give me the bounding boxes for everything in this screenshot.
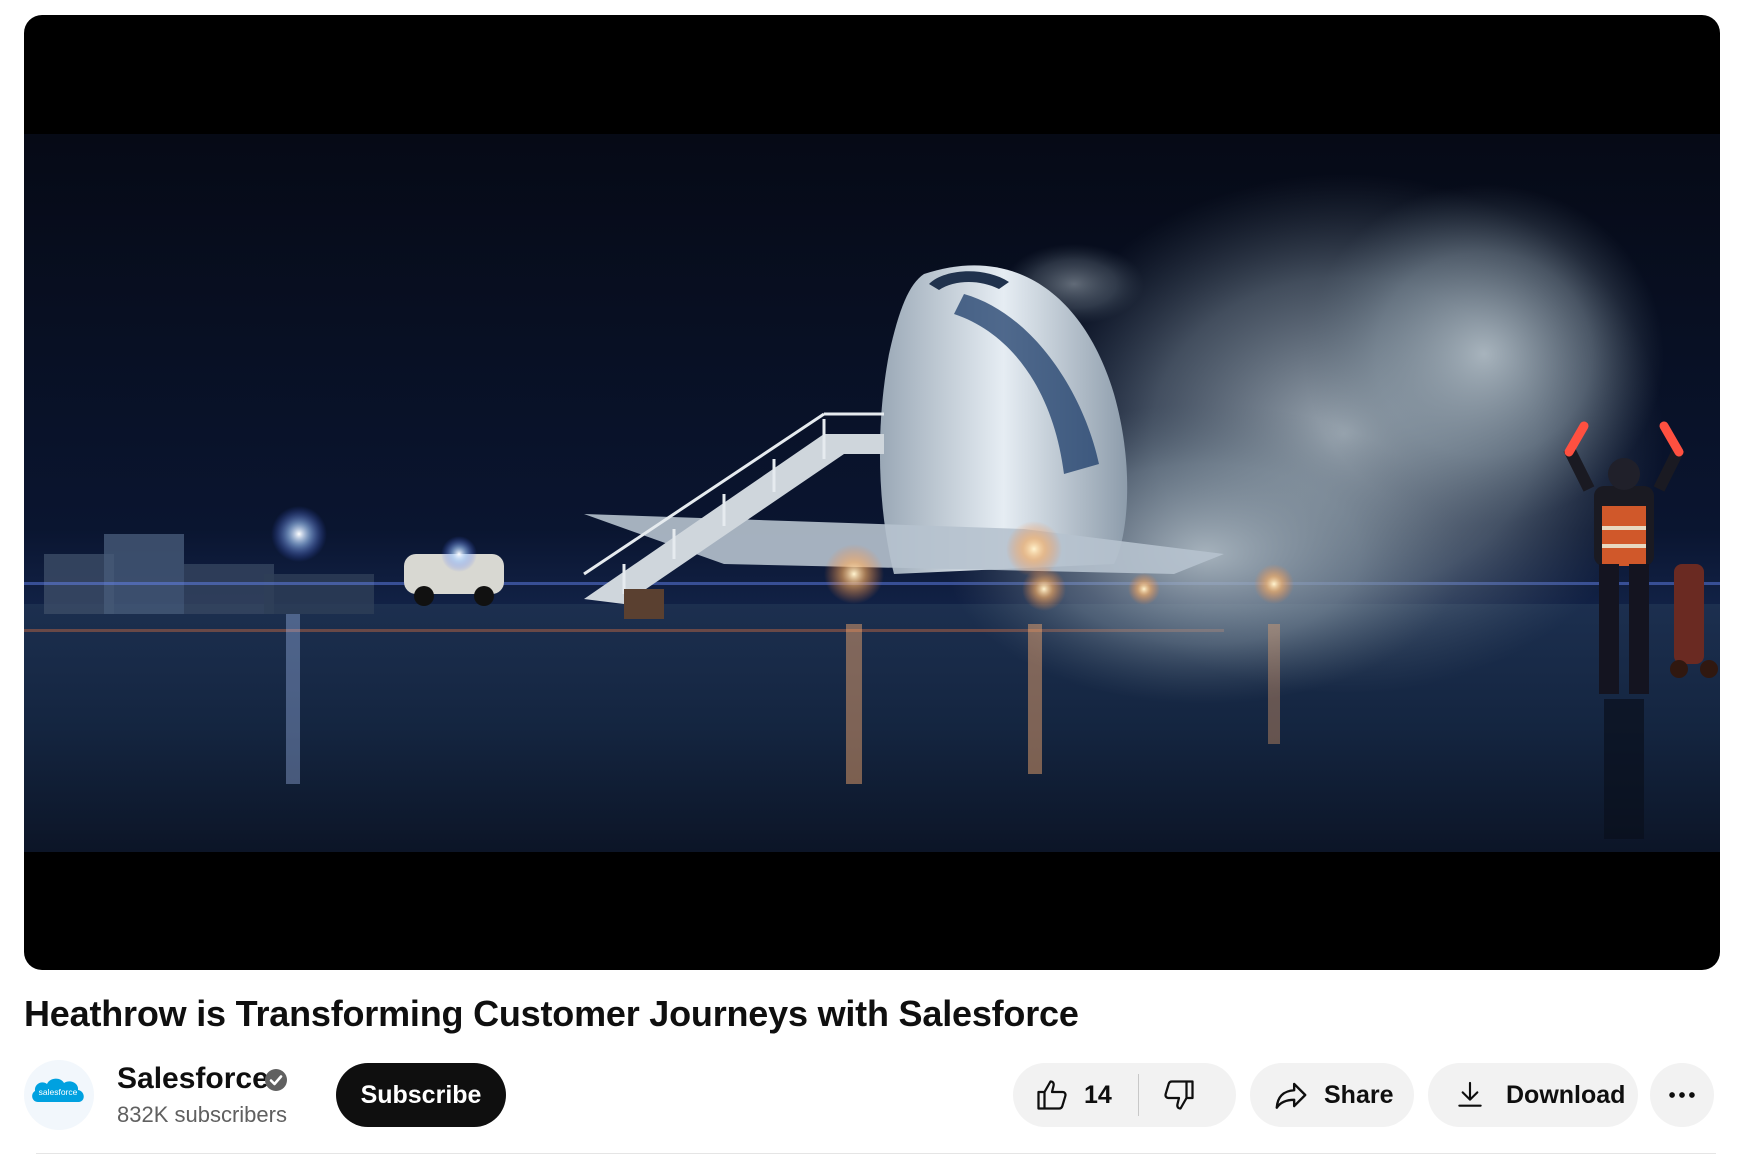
verified-check-icon	[265, 1069, 287, 1091]
video-player[interactable]	[24, 15, 1720, 970]
like-count: 14	[1084, 1080, 1112, 1109]
more-actions-button[interactable]	[1650, 1063, 1714, 1127]
dislike-button[interactable]	[1139, 1063, 1197, 1127]
like-button[interactable]: 14	[1013, 1063, 1112, 1127]
download-button[interactable]: Download	[1428, 1063, 1638, 1127]
subscribe-button[interactable]: Subscribe	[336, 1063, 506, 1127]
share-arrow-icon	[1275, 1082, 1307, 1109]
video-still-image	[24, 134, 1720, 852]
section-divider	[36, 1153, 1716, 1154]
channel-row: salesforce Salesforce 832K subscribers S…	[24, 1060, 1720, 1130]
channel-name[interactable]: Salesforce	[117, 1062, 269, 1096]
share-label: Share	[1324, 1080, 1394, 1109]
salesforce-logo-icon: salesforce	[32, 1078, 84, 1102]
thumbs-down-icon	[1164, 1080, 1194, 1110]
share-button[interactable]: Share	[1250, 1063, 1414, 1127]
video-frame[interactable]	[24, 134, 1720, 852]
channel-avatar[interactable]: salesforce	[24, 1060, 94, 1130]
video-title: Heathrow is Transforming Customer Journe…	[24, 993, 1079, 1034]
thumbs-up-icon	[1037, 1080, 1067, 1110]
like-dislike-group: 14	[1013, 1063, 1236, 1127]
download-label: Download	[1506, 1080, 1626, 1109]
svg-text:salesforce: salesforce	[39, 1087, 78, 1097]
subscriber-count: 832K subscribers	[117, 1102, 287, 1127]
more-horizontal-icon	[1669, 1092, 1695, 1098]
download-icon	[1458, 1081, 1482, 1107]
